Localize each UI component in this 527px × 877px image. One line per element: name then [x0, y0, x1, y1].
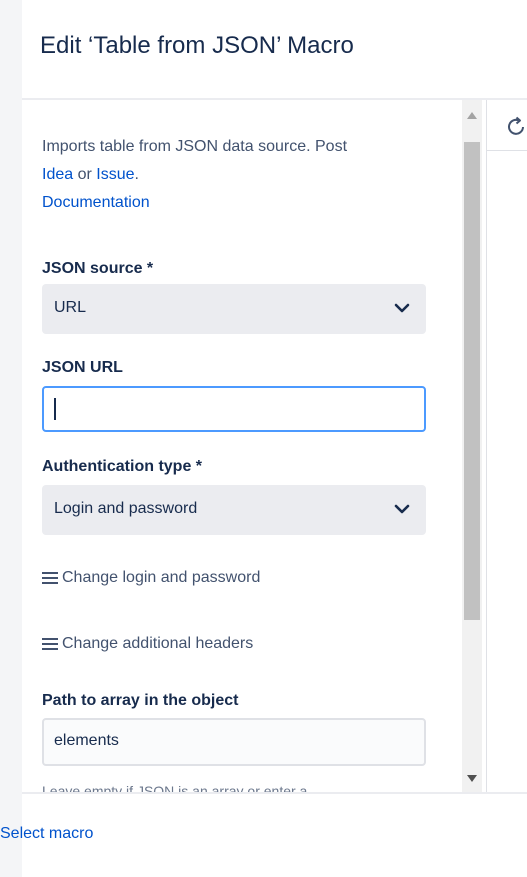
scroll-up-arrow-icon[interactable] [467, 112, 477, 119]
preview-toolbar [487, 100, 527, 151]
json-source-value: URL [54, 299, 87, 316]
menu-icon [42, 638, 58, 650]
refresh-icon[interactable] [506, 116, 527, 138]
path-to-array-label: Path to array in the object [42, 692, 239, 709]
form-scrollbar[interactable] [462, 100, 482, 792]
dialog-title: Edit ‘Table from JSON’ Macro [40, 32, 354, 59]
dialog-footer: Select macro [0, 792, 527, 877]
json-source-select[interactable]: URL [42, 284, 426, 334]
json-source-label: JSON source * [42, 260, 154, 277]
chevron-down-icon [394, 303, 410, 313]
change-login-label: Change login and password [62, 569, 261, 586]
description-text-end: . [134, 166, 139, 183]
json-url-label: JSON URL [42, 359, 123, 376]
description-text: Imports table from JSON data source. Pos… [42, 138, 348, 155]
auth-type-select[interactable]: Login and password [42, 485, 426, 535]
chevron-down-icon [394, 504, 410, 514]
scroll-thumb[interactable] [464, 142, 480, 620]
change-headers-link[interactable]: Change additional headers [42, 630, 253, 658]
path-helper-text: Leave empty if JSON is an array or enter… [42, 783, 308, 792]
idea-link[interactable]: Idea [42, 166, 73, 183]
preview-panel [486, 100, 527, 792]
path-to-array-input[interactable]: elements [42, 718, 426, 766]
macro-description: Imports table from JSON data source. Pos… [42, 133, 382, 217]
documentation-link[interactable]: Documentation [42, 194, 150, 211]
change-login-link[interactable]: Change login and password [42, 564, 260, 592]
json-url-input[interactable] [42, 386, 426, 432]
select-macro-link[interactable]: Select macro [0, 825, 93, 843]
dialog-header: Edit ‘Table from JSON’ Macro [22, 0, 527, 100]
issue-link[interactable]: Issue [96, 166, 134, 183]
change-headers-label: Change additional headers [62, 635, 254, 652]
macro-dialog: Edit ‘Table from JSON’ Macro Imports tab… [0, 0, 527, 877]
auth-type-value: Login and password [54, 500, 198, 517]
scroll-down-arrow-icon[interactable] [467, 775, 477, 782]
auth-type-label: Authentication type * [42, 458, 203, 475]
path-to-array-value: elements [54, 732, 119, 749]
menu-icon [42, 572, 58, 584]
macro-form-panel: Imports table from JSON data source. Pos… [22, 100, 482, 792]
text-caret [54, 398, 56, 420]
description-text-middle: or [73, 166, 97, 183]
